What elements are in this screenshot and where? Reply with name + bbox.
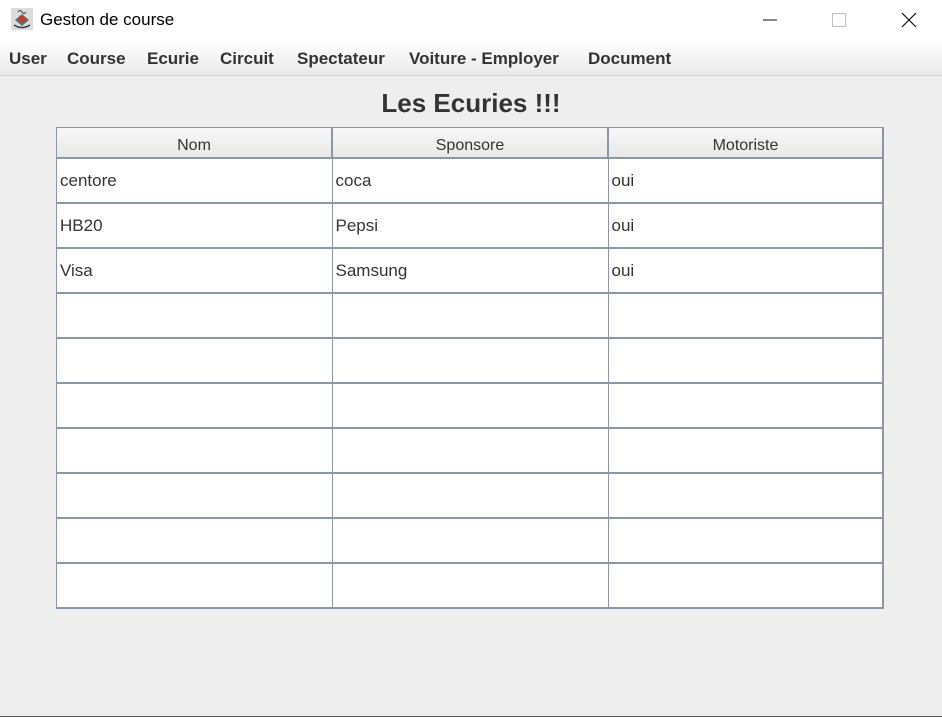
cell-motoriste[interactable]: oui	[608, 158, 884, 204]
ecuries-table: Nom Sponsore Motoriste centore coca oui …	[56, 127, 884, 609]
cell-nom[interactable]	[57, 338, 333, 384]
cell-nom[interactable]	[57, 563, 333, 609]
cell-sponsore[interactable]	[332, 428, 609, 474]
close-icon	[901, 12, 917, 28]
cell-nom[interactable]	[57, 428, 333, 474]
menu-voiture-employer[interactable]: Voiture - Employer	[409, 49, 559, 69]
table-row[interactable]	[57, 473, 884, 519]
table-row[interactable]	[57, 428, 884, 474]
cell-nom[interactable]: Visa	[57, 248, 333, 294]
cell-sponsore[interactable]: Pepsi	[332, 203, 609, 249]
cell-sponsore[interactable]	[332, 563, 609, 609]
cell-motoriste[interactable]: oui	[608, 248, 884, 294]
java-cup-icon	[11, 8, 33, 30]
table-row[interactable]	[57, 293, 884, 339]
window-title: Geston de course	[40, 10, 175, 29]
table-row[interactable]: Visa Samsung oui	[57, 248, 884, 294]
table-row[interactable]	[57, 383, 884, 429]
close-button[interactable]	[886, 0, 932, 40]
menu-spectateur[interactable]: Spectateur	[297, 49, 385, 69]
table-row[interactable]	[57, 338, 884, 384]
cell-motoriste[interactable]	[608, 338, 884, 384]
cell-sponsore[interactable]: Samsung	[332, 248, 609, 294]
minimize-icon	[763, 19, 777, 21]
cell-motoriste[interactable]	[608, 293, 884, 339]
cell-motoriste[interactable]	[608, 428, 884, 474]
cell-sponsore[interactable]: coca	[332, 158, 609, 204]
cell-motoriste[interactable]	[608, 473, 884, 519]
maximize-icon	[832, 13, 846, 27]
cell-sponsore[interactable]	[332, 293, 609, 339]
cell-nom[interactable]: HB20	[57, 203, 333, 249]
table-row[interactable]	[57, 563, 884, 609]
cell-sponsore[interactable]	[332, 338, 609, 384]
cell-nom[interactable]	[57, 383, 333, 429]
cell-sponsore[interactable]	[332, 518, 609, 564]
table-row[interactable]	[57, 518, 884, 564]
column-header-sponsore[interactable]: Sponsore	[332, 128, 609, 159]
page-title: Les Ecuries !!!	[381, 88, 561, 118]
maximize-button[interactable]	[816, 0, 862, 40]
cell-motoriste[interactable]: oui	[608, 203, 884, 249]
cell-nom[interactable]	[57, 518, 333, 564]
menu-circuit[interactable]: Circuit	[220, 49, 274, 69]
app-window: Geston de course User Course Ecurie Circ…	[0, 0, 942, 717]
cell-motoriste[interactable]	[608, 563, 884, 609]
cell-sponsore[interactable]	[332, 473, 609, 519]
cell-nom[interactable]: centore	[57, 158, 333, 204]
cell-sponsore[interactable]	[332, 383, 609, 429]
cell-nom[interactable]	[57, 473, 333, 519]
menu-ecurie[interactable]: Ecurie	[147, 49, 199, 69]
table-row[interactable]: HB20 Pepsi oui	[57, 203, 884, 249]
menu-bar: User Course Ecurie Circuit Spectateur Vo…	[0, 40, 942, 76]
column-header-motoriste[interactable]: Motoriste	[608, 128, 884, 159]
menu-user[interactable]: User	[9, 49, 47, 69]
minimize-button[interactable]	[747, 0, 793, 40]
title-bar[interactable]: Geston de course	[0, 0, 942, 40]
column-header-nom[interactable]: Nom	[57, 128, 333, 159]
cell-nom[interactable]	[57, 293, 333, 339]
menu-course[interactable]: Course	[67, 49, 126, 69]
cell-motoriste[interactable]	[608, 383, 884, 429]
menu-document[interactable]: Document	[588, 49, 671, 69]
table-row[interactable]: centore coca oui	[57, 158, 884, 204]
cell-motoriste[interactable]	[608, 518, 884, 564]
table-header-row: Nom Sponsore Motoriste	[57, 128, 884, 159]
